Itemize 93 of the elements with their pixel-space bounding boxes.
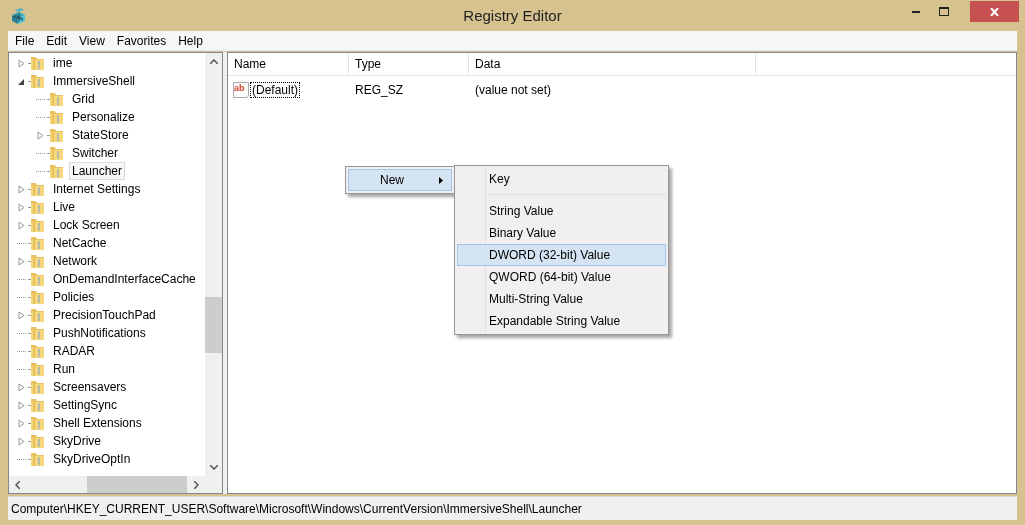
close-button[interactable] (970, 1, 1019, 22)
expand-arrow-icon[interactable] (17, 220, 26, 230)
table-cell-text: (value not set) (474, 83, 553, 97)
scroll-down-icon (209, 465, 218, 470)
tree-item[interactable]: PushNotifications (50, 324, 149, 342)
minimize-icon (912, 10, 920, 13)
expand-arrow-icon[interactable] (17, 418, 26, 428)
submenu-arrow-icon (439, 176, 443, 184)
folder-icon (49, 109, 64, 125)
tree-item[interactable]: Policies (50, 288, 98, 306)
menu-item[interactable]: Favorites (110, 33, 173, 48)
menu-item[interactable]: Binary Value (457, 222, 666, 244)
folder-icon (30, 397, 45, 413)
tree-item[interactable]: Internet Settings (50, 180, 144, 198)
expand-arrow-icon[interactable] (17, 58, 26, 68)
folder-icon (30, 415, 45, 431)
folder-icon (30, 325, 45, 341)
tree-item[interactable]: Switcher (69, 144, 121, 162)
status-path: Computer\HKEY_CURRENT_USER\Software\Microsoft\Windows\CurrentVersion\ImmersiveShell\Launcher (11, 501, 582, 516)
tree-item[interactable]: SkyDrive (50, 432, 104, 450)
folder-icon (30, 433, 45, 449)
folder-icon (49, 91, 64, 107)
expand-arrow-icon[interactable] (17, 436, 26, 446)
column-header[interactable]: Data (469, 53, 756, 75)
tree-item[interactable]: Run (50, 360, 78, 378)
tree-item[interactable]: ime (50, 54, 76, 72)
menu-item[interactable]: Expandable String Value (457, 310, 666, 332)
tree-item[interactable]: ImmersiveShell (50, 72, 139, 90)
table-cell[interactable]: (Default) (250, 82, 300, 98)
close-icon (990, 7, 999, 16)
tree-item[interactable]: SettingSync (50, 396, 121, 414)
menu-item[interactable]: String Value (457, 200, 666, 222)
window-title: Registry Editor (463, 7, 562, 24)
folder-icon (30, 289, 45, 305)
expand-arrow-icon[interactable] (17, 256, 26, 266)
tree-item[interactable]: Screensavers (50, 378, 130, 396)
expand-arrow-icon[interactable] (17, 400, 26, 410)
folder-icon (30, 307, 45, 323)
column-header[interactable]: Type (349, 53, 469, 75)
folder-icon (30, 253, 45, 269)
tree-item[interactable]: StateStore (69, 126, 132, 144)
folder-icon (30, 343, 45, 359)
expand-arrow-icon[interactable] (17, 184, 26, 194)
folder-icon (30, 271, 45, 287)
folder-icon (30, 235, 45, 251)
vertical-scrollbar[interactable] (205, 53, 222, 476)
folder-icon (30, 55, 45, 71)
menu-item[interactable]: DWORD (32-bit) Value (457, 244, 666, 266)
menu-item[interactable]: File (9, 33, 41, 48)
folder-icon (30, 217, 45, 233)
tree-item[interactable]: Lock Screen (50, 216, 123, 234)
menu-item[interactable]: Multi-String Value (457, 288, 666, 310)
tree-item[interactable]: Shell Extensions (50, 414, 145, 432)
expand-arrow-icon[interactable] (17, 310, 26, 320)
menu-item[interactable]: QWORD (64-bit) Value (457, 266, 666, 288)
menu-item[interactable]: Key (457, 168, 666, 190)
menu-item[interactable]: Edit (40, 33, 74, 48)
folder-icon (30, 379, 45, 395)
tree-item[interactable]: Live (50, 198, 78, 216)
menu-item[interactable]: Help (172, 33, 209, 48)
tree-item[interactable]: SkyDriveOptIn (50, 450, 134, 468)
menu-item[interactable]: New (348, 169, 452, 191)
tree-item[interactable]: OnDemandInterfaceCache (50, 270, 199, 288)
expand-arrow-icon[interactable] (17, 202, 26, 212)
maximize-icon (939, 7, 949, 16)
tree-item[interactable]: RADAR (50, 342, 98, 360)
scrollbar-thumb[interactable] (87, 476, 187, 493)
registry-icon (10, 7, 27, 24)
horizontal-scrollbar[interactable] (9, 476, 205, 493)
column-header[interactable]: Name (228, 53, 349, 75)
tree-item[interactable]: Grid (69, 90, 98, 108)
expand-arrow-icon[interactable] (36, 130, 45, 140)
scroll-up-icon (209, 59, 218, 64)
folder-icon (30, 451, 45, 467)
menu-item[interactable]: View (73, 33, 111, 48)
scrollbar-thumb[interactable] (205, 297, 222, 353)
folder-icon (49, 145, 64, 161)
expand-arrow-icon[interactable] (17, 382, 26, 392)
folder-icon (30, 361, 45, 377)
tree-item[interactable]: Network (50, 252, 100, 270)
scroll-right-icon (194, 480, 199, 489)
tree-item[interactable]: NetCache (50, 234, 110, 252)
scroll-left-icon (15, 480, 20, 489)
string-value-icon: ab (233, 82, 249, 98)
folder-icon (30, 199, 45, 215)
tree-item[interactable]: Launcher (69, 162, 126, 180)
folder-icon (30, 73, 45, 89)
table-cell-text: REG_SZ (354, 83, 404, 97)
folder-icon (30, 181, 45, 197)
folder-icon (49, 127, 64, 143)
folder-icon (49, 163, 64, 179)
tree-item[interactable]: Personalize (69, 108, 138, 126)
tree-item[interactable]: PrecisionTouchPad (50, 306, 159, 324)
